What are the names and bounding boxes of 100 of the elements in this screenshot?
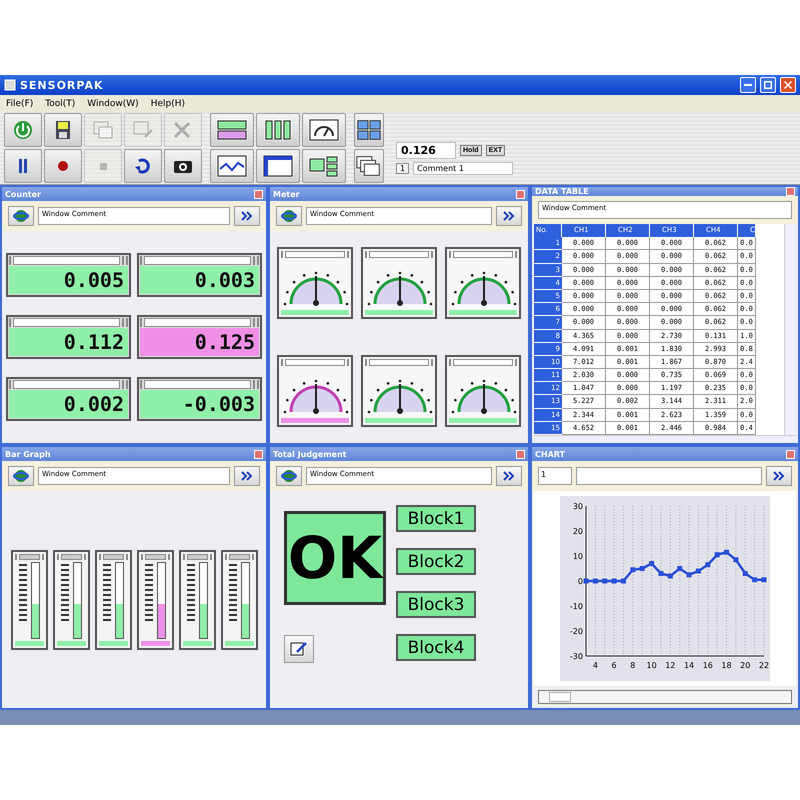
scroll-thumb[interactable] [549, 692, 571, 702]
mini-button[interactable] [144, 554, 166, 560]
globe-button[interactable] [276, 466, 302, 486]
y-axis: -30 -20 -10 0 10 20 30 [570, 502, 586, 661]
y-tick-label: 0 [578, 577, 583, 586]
block-indicator: Block4 [396, 634, 476, 661]
mini-button[interactable] [186, 554, 208, 560]
close-icon[interactable] [516, 190, 525, 198]
toolbar-button[interactable] [256, 113, 300, 147]
globe-icon [13, 208, 29, 224]
panel-title: DATA TABLE [535, 187, 589, 196]
data-point [668, 574, 673, 578]
close-icon[interactable] [254, 190, 263, 198]
x-tick-label: 6 [612, 661, 617, 670]
globe-button[interactable] [276, 206, 302, 226]
y-tick-label: 10 [572, 552, 583, 561]
expand-button[interactable] [234, 206, 260, 226]
data-point [602, 578, 608, 584]
menu-item[interactable]: Window(W) [87, 98, 139, 108]
counter-value: 0.005 [9, 266, 128, 294]
data-point [714, 552, 720, 558]
x-tick-label: 12 [665, 661, 676, 670]
data-point [696, 568, 701, 574]
maximize-button[interactable] [760, 77, 776, 93]
mini-button[interactable] [60, 554, 82, 560]
minimize-icon [744, 84, 752, 86]
mini-button[interactable] [102, 554, 124, 560]
block-indicator: Block2 [396, 548, 476, 575]
bar-window-icon [263, 119, 293, 141]
comment-field[interactable]: Comment 1 [413, 162, 514, 174]
panel-title: Counter [5, 190, 41, 198]
gauge-window-icon [309, 119, 339, 141]
block-indicator: Block1 [396, 505, 476, 532]
toolbar-button[interactable] [354, 113, 384, 147]
globe-icon [281, 468, 297, 484]
mini-field [453, 251, 513, 258]
toolbar-button[interactable] [44, 149, 82, 183]
table-window-icon [263, 155, 293, 177]
toolbar-button[interactable] [44, 113, 82, 147]
globe-button[interactable] [8, 466, 34, 486]
tile-windows-icon [355, 119, 383, 141]
panel-title: Total Judgement [273, 450, 346, 458]
window-title: SENSORPAK [20, 78, 104, 92]
y-tick-label: -10 [570, 602, 583, 611]
toolbar-button[interactable] [302, 149, 346, 183]
x-tick-label: 14 [684, 661, 694, 670]
toolbar-button[interactable] [354, 149, 384, 183]
expand-button[interactable] [766, 466, 792, 486]
channel-field[interactable]: 1 [538, 467, 572, 485]
double-chevron-icon [241, 211, 253, 221]
globe-button[interactable] [8, 206, 34, 226]
data-point [762, 577, 766, 582]
data-point [742, 571, 748, 576]
toolbar-button[interactable] [302, 113, 346, 147]
toolbar-button[interactable] [164, 149, 202, 183]
close-icon[interactable] [516, 450, 525, 458]
mini-button[interactable] [228, 554, 250, 560]
menu-item[interactable]: Help(H) [150, 98, 186, 108]
data-point [724, 550, 730, 555]
close-icon[interactable] [254, 450, 263, 458]
data-point [649, 561, 654, 566]
menu-item[interactable]: File(F) [6, 98, 34, 108]
expand-button[interactable] [496, 466, 522, 486]
expand-button[interactable] [234, 466, 260, 486]
counter-value: 0.003 [140, 266, 259, 294]
close-button[interactable] [780, 77, 796, 93]
bar-readout-bar [98, 640, 128, 646]
expand-button[interactable] [496, 206, 522, 226]
window-icon [91, 119, 115, 141]
counter-value: -0.003 [140, 390, 259, 418]
toolbar-button[interactable] [210, 149, 254, 183]
bar-readout-bar [14, 640, 44, 646]
toolbar-button[interactable] [210, 113, 254, 147]
mini-button[interactable] [18, 554, 40, 560]
double-chevron-icon [773, 471, 785, 481]
menu-item[interactable]: Tool(T) [45, 98, 76, 108]
close-icon [784, 81, 792, 89]
horizontal-scrollbar[interactable] [538, 690, 792, 704]
edit-button[interactable] [284, 635, 314, 663]
x-tick-label: 18 [721, 661, 732, 670]
toolbar-button[interactable] [4, 149, 42, 183]
data-point [640, 566, 645, 571]
close-icon[interactable] [786, 450, 795, 458]
toolbar-button[interactable] [124, 149, 162, 183]
comment-field[interactable] [576, 467, 762, 485]
data-point [630, 567, 636, 572]
vertical-scrollbar[interactable] [784, 224, 796, 435]
channel-number: 1 [396, 162, 410, 174]
data-point [705, 562, 710, 568]
toolbar-button[interactable] [256, 149, 300, 183]
data-point [733, 557, 738, 562]
data-point [592, 578, 598, 584]
mini-field [453, 359, 513, 366]
close-icon[interactable] [786, 187, 795, 196]
minimize-button[interactable] [740, 77, 756, 93]
pencil-icon [290, 641, 308, 657]
x-tick-label: 10 [646, 661, 657, 670]
y-tick-label: 30 [572, 502, 583, 511]
data-point [686, 572, 692, 578]
maximize-icon [764, 81, 772, 89]
